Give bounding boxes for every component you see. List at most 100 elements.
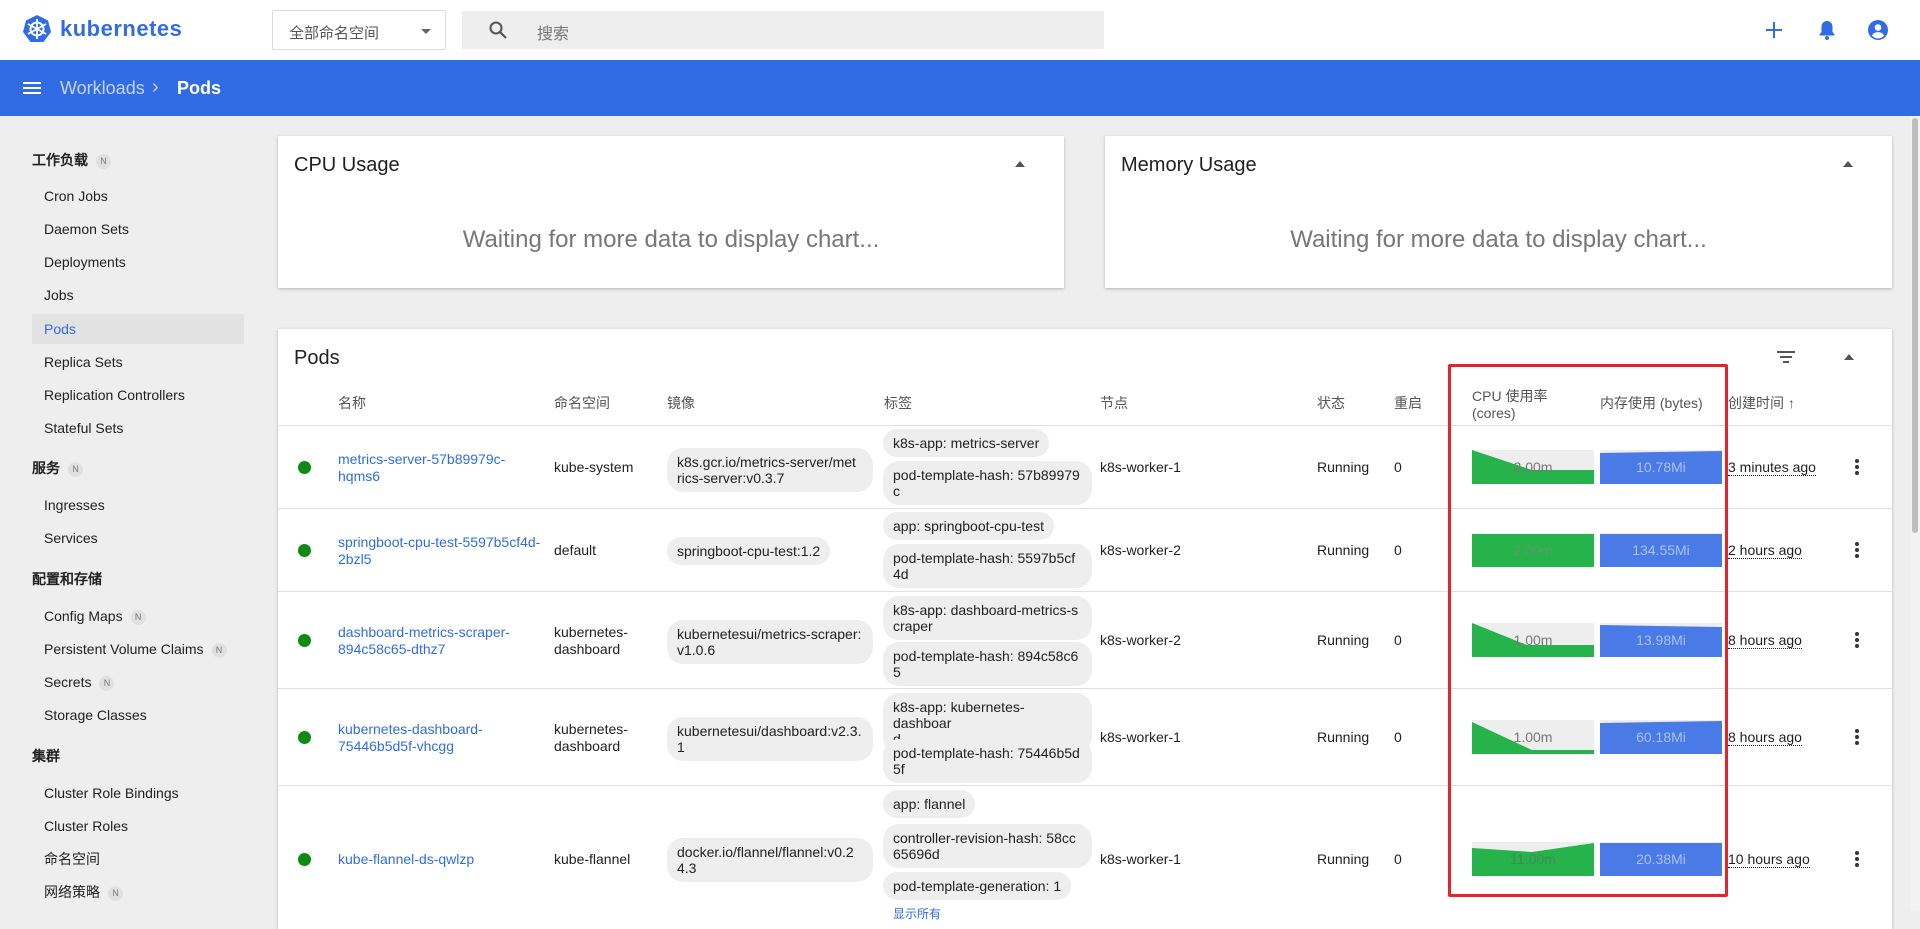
card-title: Pods — [294, 347, 340, 369]
more-vert-icon[interactable] — [1855, 632, 1859, 648]
app-name[interactable]: kubernetes — [60, 16, 182, 42]
image-line: rics-server:v0.3.7 — [677, 470, 785, 486]
sidebar-item-config-maps[interactable]: Config Maps N — [32, 601, 244, 631]
bell-icon[interactable] — [1815, 18, 1839, 42]
chart-placeholder-text: Waiting for more data to display chart..… — [1290, 226, 1707, 253]
created-time[interactable]: 3 minutes ago — [1728, 459, 1816, 476]
sidebar-item-namespaces[interactable]: 命名空间 — [32, 844, 244, 874]
sidebar-item-secrets[interactable]: Secrets N — [32, 667, 244, 697]
sidebar-section-config-storage[interactable]: 配置和存储 — [32, 569, 102, 589]
sidebar-section-cluster[interactable]: 集群 — [32, 746, 60, 766]
pod-name-link[interactable]: springboot-cpu-test-5597b5cf4d- 2bzl5 — [338, 534, 548, 568]
label-line: pod-template-hash: 75446b5d — [893, 745, 1080, 761]
column-header-image[interactable]: 镜像 — [667, 395, 695, 412]
label-line: k8s-app: dashboard-metrics-s — [893, 602, 1079, 618]
pod-name-line: springboot-cpu-test-5597b5cf4d- — [338, 534, 541, 550]
sidebar-item-label: Secrets — [44, 674, 92, 690]
pod-node: k8s-worker-2 — [1100, 542, 1181, 558]
label-chip: pod-template-hash: 894c58c6 5 — [883, 642, 1092, 686]
sidebar-item-replication-controllers[interactable]: Replication Controllers — [32, 380, 244, 410]
created-time[interactable]: 8 hours ago — [1728, 729, 1802, 746]
column-header-created[interactable]: 创建时间 ↑ — [1728, 395, 1795, 412]
sidebar-item-daemon-sets[interactable]: Daemon Sets — [32, 214, 244, 244]
column-header-name[interactable]: 名称 — [338, 395, 366, 412]
column-header-labels[interactable]: 标签 — [884, 395, 912, 412]
more-vert-icon[interactable] — [1855, 459, 1859, 475]
sidebar-item-label: Persistent Volume Claims — [44, 641, 204, 657]
label-line: craper — [893, 618, 933, 634]
pod-node: k8s-worker-1 — [1100, 459, 1181, 475]
column-header-restarts[interactable]: 重启 — [1394, 395, 1422, 412]
label-chip: pod-template-hash: 5597b5cf 4d — [883, 544, 1092, 588]
sidebar-item-deployments[interactable]: Deployments — [32, 247, 244, 277]
collapse-icon[interactable] — [1843, 161, 1853, 167]
column-header-node[interactable]: 节点 — [1100, 395, 1128, 412]
collapse-icon[interactable] — [1015, 161, 1025, 167]
search-input[interactable]: 搜索 — [462, 11, 1104, 49]
label-chip: k8s-app: dashboard-metrics-s craper — [883, 596, 1092, 640]
pod-name-line: 894c58c65-dthz7 — [338, 641, 446, 657]
namespaced-badge: N — [96, 154, 111, 169]
image-chip: k8s.gcr.io/metrics-server/met rics-serve… — [667, 448, 873, 492]
more-vert-icon[interactable] — [1855, 729, 1859, 745]
label-chip: pod-template-hash: 75446b5d 5f — [883, 739, 1092, 783]
pod-name-line: hqms6 — [338, 468, 381, 484]
sidebar-section-label: 服务 — [32, 460, 60, 476]
label-line: 65696d — [893, 846, 940, 862]
namespaced-badge: N — [108, 886, 123, 901]
breadcrumb-current: Pods — [177, 78, 222, 98]
created-time[interactable]: 8 hours ago — [1728, 632, 1802, 649]
column-header-status[interactable]: 状态 — [1317, 395, 1345, 412]
card-title: Memory Usage — [1121, 154, 1257, 176]
image-line: kubernetesui/dashboard:v2.3. — [677, 723, 862, 739]
sidebar-item-pods[interactable]: Pods — [32, 314, 244, 344]
pod-namespace-line: kubernetes- — [554, 721, 628, 737]
more-vert-icon[interactable] — [1855, 542, 1859, 558]
kubernetes-logo-icon[interactable] — [22, 14, 52, 44]
scrollbar-thumb[interactable] — [1912, 118, 1918, 533]
pod-status: Running — [1317, 542, 1370, 558]
breadcrumb-workloads[interactable]: Workloads — [60, 78, 145, 99]
menu-icon[interactable] — [20, 76, 44, 100]
sidebar-item-persistent-volume-claims[interactable]: Persistent Volume Claims N — [32, 634, 244, 664]
pod-name-link[interactable]: kube-flannel-ds-qwlzp — [338, 851, 548, 868]
chevron-right-icon: › — [152, 76, 159, 98]
sidebar-item-services[interactable]: Services — [32, 523, 244, 553]
label-chip: controller-revision-hash: 58cc 65696d — [883, 824, 1092, 868]
sidebar-item-stateful-sets[interactable]: Stateful Sets — [32, 413, 244, 443]
image-line: 1 — [677, 739, 685, 755]
collapse-icon[interactable] — [1844, 354, 1854, 360]
image-line: k8s.gcr.io/metrics-server/met — [677, 454, 856, 470]
sidebar-item-jobs[interactable]: Jobs — [32, 280, 244, 310]
label-chip: app: springboot-cpu-test — [883, 512, 1054, 540]
namespace-select-value: 全部命名空间 — [289, 25, 380, 42]
created-time[interactable]: 10 hours ago — [1728, 851, 1810, 868]
sidebar-item-network-policies[interactable]: 网络策略 N — [32, 877, 244, 907]
sidebar-item-ingresses[interactable]: Ingresses — [32, 490, 244, 520]
pod-restarts: 0 — [1394, 459, 1402, 475]
column-header-namespace[interactable]: 命名空间 — [554, 395, 610, 412]
pod-node: k8s-worker-1 — [1100, 729, 1181, 745]
show-all-labels-link[interactable]: 显示所有 — [893, 906, 941, 923]
account-circle-icon[interactable] — [1866, 18, 1890, 42]
filter-icon[interactable] — [1776, 349, 1796, 365]
sidebar-item-cluster-roles[interactable]: Cluster Roles — [32, 811, 244, 841]
label-line: 5 — [893, 664, 901, 680]
sidebar-item-storage-classes[interactable]: Storage Classes — [32, 700, 244, 730]
label-line: controller-revision-hash: 58cc — [893, 830, 1076, 846]
highlight-box — [1448, 364, 1728, 897]
pod-name-line: 75446b5d5f-vhcgg — [338, 738, 454, 754]
sidebar-section-services[interactable]: 服务 N — [32, 458, 83, 478]
sidebar-item-cron-jobs[interactable]: Cron Jobs — [32, 181, 244, 211]
sidebar-item-cluster-role-bindings[interactable]: Cluster Role Bindings — [32, 778, 244, 808]
pod-name-link[interactable]: dashboard-metrics-scraper- 894c58c65-dth… — [338, 624, 548, 658]
namespace-select[interactable]: 全部命名空间 — [272, 10, 446, 50]
search-placeholder: 搜索 — [537, 26, 570, 43]
add-icon[interactable] — [1762, 18, 1786, 42]
created-time[interactable]: 2 hours ago — [1728, 542, 1802, 559]
sidebar-item-replica-sets[interactable]: Replica Sets — [32, 347, 244, 377]
pod-name-link[interactable]: metrics-server-57b89979c- hqms6 — [338, 451, 548, 485]
pod-name-link[interactable]: kubernetes-dashboard- 75446b5d5f-vhcgg — [338, 721, 548, 755]
more-vert-icon[interactable] — [1855, 851, 1859, 867]
sidebar-section-workloads[interactable]: 工作负载 N — [32, 150, 111, 170]
